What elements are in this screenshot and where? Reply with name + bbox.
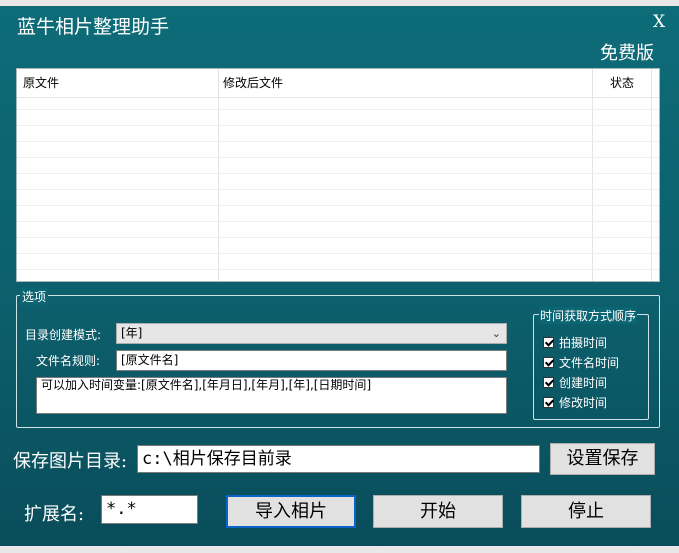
filename-rule-input[interactable]: [原文件名] xyxy=(116,350,507,371)
save-dir-input[interactable]: c:\相片保存目前录 xyxy=(137,445,540,473)
checkbox-checked-icon xyxy=(543,357,554,368)
table-row xyxy=(17,157,659,158)
checkbox-checked-icon xyxy=(543,337,554,348)
stop-button[interactable]: 停止 xyxy=(521,495,651,528)
table-row xyxy=(17,205,659,206)
checkbox-checked-icon xyxy=(543,397,554,408)
column-modified-file[interactable]: 修改后文件 xyxy=(223,69,283,97)
checkbox-label: 文件名时间 xyxy=(559,356,620,370)
checkbox-filename-time[interactable]: 文件名时间 xyxy=(543,354,619,371)
time-order-label: 时间获取方式顺序 xyxy=(539,307,638,324)
filename-rule-label: 文件名规则: xyxy=(36,354,101,368)
dir-mode-select[interactable]: [年] ⌄ xyxy=(116,323,507,344)
checkbox-label: 拍摄时间 xyxy=(559,336,608,350)
column-divider xyxy=(651,69,652,281)
extension-label: 扩展名: xyxy=(24,504,85,525)
close-button[interactable]: X xyxy=(653,12,665,32)
column-status[interactable]: 状态 xyxy=(610,69,634,97)
top-edge xyxy=(0,0,679,6)
file-list-header: 原文件 修改后文件 状态 xyxy=(17,69,659,98)
bottom-edge xyxy=(0,546,679,553)
table-row xyxy=(17,189,659,190)
table-row xyxy=(17,237,659,238)
edition-label: 免费版 xyxy=(600,43,654,64)
extension-input[interactable]: *.* xyxy=(101,495,198,524)
column-original-file[interactable]: 原文件 xyxy=(23,69,59,97)
checkbox-label: 创建时间 xyxy=(559,376,608,390)
column-divider xyxy=(592,69,593,281)
table-row xyxy=(17,141,659,142)
table-row xyxy=(17,125,659,126)
window-title: 蓝牛相片整理助手 xyxy=(17,16,170,38)
table-row xyxy=(17,253,659,254)
app-window: 蓝牛相片整理助手 X 免费版 原文件 修改后文件 状态 选项 目录创建模式: [… xyxy=(0,0,679,553)
dir-mode-value: [年] xyxy=(121,326,143,340)
checkbox-checked-icon xyxy=(543,377,554,388)
checkbox-shoot-time[interactable]: 拍摄时间 xyxy=(543,334,607,351)
chevron-down-icon: ⌄ xyxy=(491,327,501,340)
checkbox-label: 修改时间 xyxy=(559,396,608,410)
checkbox-modify-time[interactable]: 修改时间 xyxy=(543,394,607,411)
table-row xyxy=(17,221,659,222)
table-row xyxy=(17,269,659,270)
table-row xyxy=(17,109,659,110)
table-row xyxy=(17,173,659,174)
dir-mode-label: 目录创建模式: xyxy=(25,328,102,342)
options-group-label: 选项 xyxy=(20,288,49,305)
column-divider xyxy=(218,69,219,281)
start-button[interactable]: 开始 xyxy=(373,495,503,528)
import-photos-button[interactable]: 导入相片 xyxy=(226,495,356,528)
set-save-button[interactable]: 设置保存 xyxy=(550,443,655,475)
save-dir-label: 保存图片目录: xyxy=(13,451,128,472)
time-variable-hint: 可以加入时间变量:[原文件名],[年月日],[年月],[年],[日期时间] xyxy=(36,377,507,414)
file-list[interactable]: 原文件 修改后文件 状态 xyxy=(16,68,660,282)
checkbox-create-time[interactable]: 创建时间 xyxy=(543,374,607,391)
